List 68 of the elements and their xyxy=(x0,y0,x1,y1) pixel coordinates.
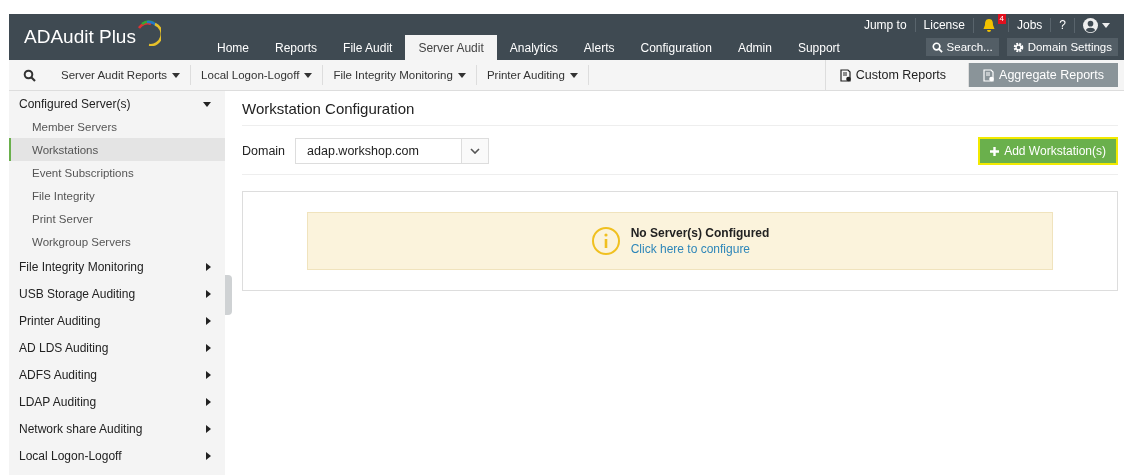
caret-icon xyxy=(569,72,578,78)
gear-icon xyxy=(1012,41,1024,53)
report-icon xyxy=(839,68,852,82)
caret-down-icon xyxy=(203,101,211,107)
sidebar-group[interactable]: USB Storage Auditing xyxy=(9,280,225,307)
sidebar-group[interactable]: LDAP Auditing xyxy=(9,388,225,415)
sidebar-group[interactable]: Local Logon-Logoff xyxy=(9,442,225,469)
chevron-down-icon xyxy=(470,148,481,154)
nav-tab[interactable]: File Audit xyxy=(330,35,406,60)
nav-tab[interactable]: Admin xyxy=(724,35,785,60)
nav-tab[interactable]: Home xyxy=(204,35,262,60)
settings-button[interactable]: Domain Settings xyxy=(1006,38,1118,56)
sidebar-group[interactable]: Configured Server(s) xyxy=(9,93,225,115)
caret-icon xyxy=(304,72,313,78)
sidebar-item[interactable]: Event Subscriptions xyxy=(9,161,225,184)
dropdown-menu[interactable]: Server Audit Reports xyxy=(51,69,191,81)
header-link[interactable]: License xyxy=(914,18,973,32)
nav-tab[interactable]: Analytics xyxy=(496,35,571,60)
header-link[interactable]: ? xyxy=(1050,18,1074,32)
search-icon[interactable] xyxy=(23,68,37,82)
user-icon[interactable] xyxy=(1083,17,1098,33)
app-logo: ADAudit Plus xyxy=(24,26,136,48)
caret-right-icon xyxy=(206,343,211,352)
arc-logo-icon xyxy=(136,20,161,46)
header-link[interactable]: Jobs xyxy=(1007,18,1051,32)
header-link[interactable]: Jump to xyxy=(855,18,915,32)
nav-tab[interactable]: Reports xyxy=(262,35,331,60)
sidebar-group[interactable]: AD LDS Auditing xyxy=(9,334,225,361)
search-icon xyxy=(931,41,943,53)
caret-icon xyxy=(172,72,181,78)
sidebar-item[interactable]: Workstations xyxy=(9,138,225,161)
domain-dropdown[interactable]: adap.workshop.com xyxy=(295,138,490,164)
sidebar-item[interactable]: Workgroup Servers xyxy=(9,230,225,253)
sidebar-item[interactable]: File Integrity xyxy=(9,184,225,207)
nav-tab[interactable]: Configuration xyxy=(627,35,725,60)
caret-right-icon xyxy=(206,397,211,406)
report-button[interactable]: Custom Reports xyxy=(824,60,961,90)
sidebar-item[interactable]: Member Servers xyxy=(9,115,225,138)
info-icon xyxy=(590,226,621,256)
sidebar-group[interactable]: Printer Auditing xyxy=(9,307,225,334)
sidebar-item[interactable]: Print Server xyxy=(9,207,225,230)
caret-right-icon xyxy=(206,370,211,379)
nav-tab[interactable]: Server Audit xyxy=(405,35,497,60)
sidebar-group[interactable]: ADFS Auditing xyxy=(9,361,225,388)
report-icon xyxy=(983,68,996,82)
dropdown-menu[interactable]: Local Logon-Logoff xyxy=(191,69,323,81)
domain-label: Domain xyxy=(242,144,286,158)
sidebar-group[interactable]: File Integrity Monitoring xyxy=(9,253,225,280)
caret-right-icon xyxy=(206,262,211,271)
nav-tab[interactable]: Support xyxy=(784,35,853,60)
caret-icon xyxy=(457,72,466,78)
dropdown-menu[interactable]: File Integrity Monitoring xyxy=(323,69,476,81)
dropdown-menu[interactable]: Printer Auditing xyxy=(476,69,588,81)
search-button[interactable]: Search... xyxy=(925,38,999,56)
caret-right-icon xyxy=(206,289,211,298)
caret-right-icon xyxy=(206,451,211,460)
plus-icon xyxy=(990,146,1000,156)
bell-icon[interactable] xyxy=(981,17,996,33)
caret-right-icon xyxy=(206,424,211,433)
sidebar-group[interactable]: Network share Auditing xyxy=(9,415,225,442)
collapse-handle[interactable] xyxy=(225,275,232,315)
caret-icon[interactable] xyxy=(1102,22,1110,28)
nav-tab[interactable]: Alerts xyxy=(570,35,628,60)
notification-badge: 4 xyxy=(997,13,1006,24)
page-title: Workstation Configuration xyxy=(242,97,1118,126)
configure-link[interactable]: Click here to configure xyxy=(630,242,770,256)
notice-title: No Server(s) Configured xyxy=(630,226,770,240)
caret-right-icon xyxy=(206,316,211,325)
